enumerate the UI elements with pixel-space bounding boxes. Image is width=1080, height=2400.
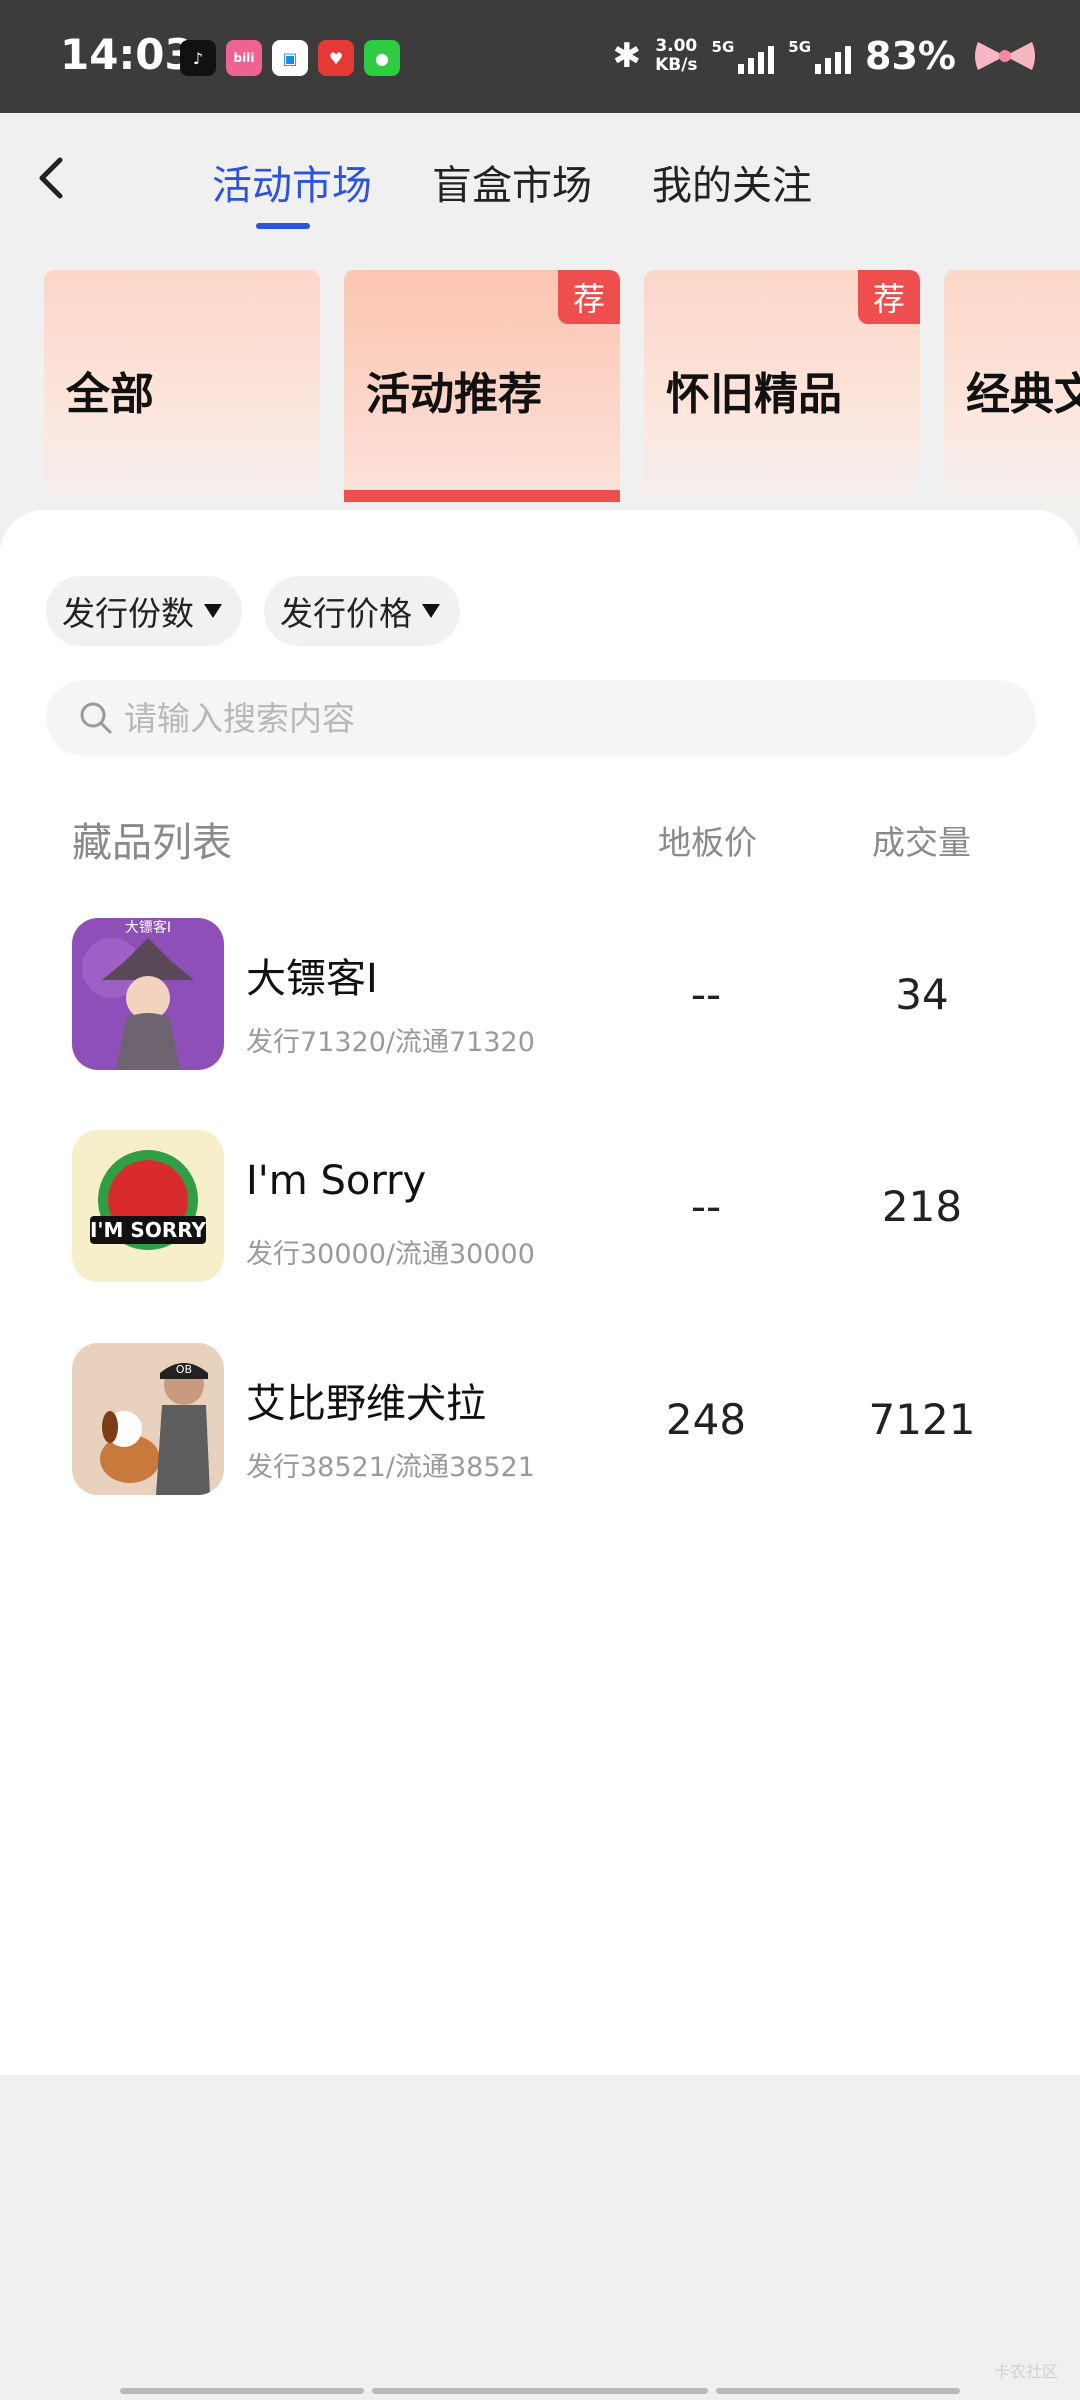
top-navigation: 活动市场 盲盒市场 我的关注 [0,113,1080,253]
signal-1-icon: 5G [712,38,775,74]
collection-thumbnail: OB [72,1343,224,1495]
collection-issue-info: 发行30000/流通30000 [246,1239,535,1270]
thumbnail-caption: I'M SORRY [90,1218,207,1242]
signal-bar [768,46,775,74]
signal-bar [748,58,755,74]
recommend-badge: 荐 [858,270,920,324]
caret-down-icon [204,604,222,618]
collection-floor-price: -- [690,1182,722,1231]
watermark: 卡农社区 [993,2362,1058,2381]
signal-2-icon: 5G [788,38,852,74]
filter-label: 发行份数 [62,594,194,633]
speed-value: 3.00 [655,36,698,56]
collection-name: 大镖客I [246,956,378,1002]
tab-blind-box-market[interactable]: 盲盒市场 [432,153,592,211]
thumbnail-caption: OB [176,1363,192,1376]
status-time: 14:03 [60,30,194,79]
collection-row[interactable]: I'M SORRY I'm Sorry 发行30000/流通30000 -- 2… [0,1130,1080,1290]
recommend-badge: 荐 [558,270,620,324]
collection-panel: 发行份数 发行价格 藏品列表 地板价 成交量 大镖客I 大镖客I 发行71320… [0,510,1080,2075]
signal-bar [835,52,842,74]
status-bar: 14:03 ♪ bili ▣ ♥ ● ✱ 3.00 KB/s 5G 5G 83% [0,0,1080,113]
search-icon [80,702,112,734]
header-volume[interactable]: 成交量 [872,816,971,864]
status-right: ✱ 3.00 KB/s 5G 5G 83% [613,34,1040,78]
caret-down-icon [422,604,440,618]
gesture-bar[interactable] [372,2388,708,2394]
search-input[interactable] [122,680,1002,756]
selected-category-indicator [344,490,620,502]
signal-bar [845,46,852,74]
filter-label: 发行价格 [280,594,412,633]
filter-issue-price[interactable]: 发行价格 [264,576,460,646]
bow-battery-icon [975,42,1035,70]
collection-volume: 218 [881,1182,963,1231]
filter-issue-count[interactable]: 发行份数 [46,576,242,646]
header-collection-list: 藏品列表 [72,820,232,866]
collection-floor-price: -- [690,970,722,1019]
collection-issue-info: 发行71320/流通71320 [246,1027,535,1058]
collection-row[interactable]: OB 艾比野维犬拉 发行38521/流通38521 248 7121 [0,1343,1080,1503]
collection-name: I'm Sorry [246,1158,427,1204]
signal-bar [825,58,832,74]
status-app-icons: ♪ bili ▣ ♥ ● [180,40,400,76]
thumbnail-caption: 大镖客I [125,919,171,936]
category-activity-recommend[interactable]: 荐 活动推荐 [344,270,620,502]
signal-bar [738,64,745,74]
category-label: 怀旧精品 [666,369,842,420]
app-red-icon: ♥ [318,40,354,76]
net-type-2: 5G [788,38,812,56]
category-label: 经典文 [966,369,1080,420]
collection-thumbnail: 大镖客I [72,918,224,1070]
tab-my-follows[interactable]: 我的关注 [652,153,812,211]
tab-activity-market[interactable]: 活动市场 [212,153,372,211]
app-blue-icon: ▣ [272,40,308,76]
category-label: 全部 [66,369,154,420]
collection-thumbnail: I'M SORRY [72,1130,224,1282]
header-floor-price[interactable]: 地板价 [658,816,757,864]
category-strip: 全部 荐 活动推荐 荐 怀旧精品 经典文 [0,270,1080,502]
collection-issue-info: 发行38521/流通38521 [246,1452,535,1483]
bilibili-icon: bili [226,40,262,76]
speed-unit: KB/s [655,55,698,75]
collection-volume: 34 [895,970,949,1019]
category-classic[interactable]: 经典文 [944,270,1080,502]
gesture-bar[interactable] [120,2388,364,2394]
bluetooth-icon: ✱ [612,36,642,76]
collection-name: 艾比野维犬拉 [246,1381,486,1427]
collection-volume: 7121 [868,1395,976,1444]
signal-bar [758,52,765,74]
active-tab-indicator [256,223,310,229]
category-label: 活动推荐 [366,369,542,420]
gesture-bar[interactable] [716,2388,960,2394]
wechat-icon: ● [364,40,400,76]
network-speed: 3.00 KB/s [655,37,697,75]
back-arrow-icon[interactable] [30,148,74,208]
search-bar [46,680,1036,756]
tiktok-icon: ♪ [180,40,216,76]
category-nostalgic[interactable]: 荐 怀旧精品 [644,270,920,502]
collection-floor-price: 248 [665,1395,747,1444]
battery-level: 83% [865,34,956,78]
signal-bar [815,64,822,74]
category-all[interactable]: 全部 [44,270,320,502]
collection-row[interactable]: 大镖客I 大镖客I 发行71320/流通71320 -- 34 [0,918,1080,1078]
net-type-1: 5G [711,38,735,56]
